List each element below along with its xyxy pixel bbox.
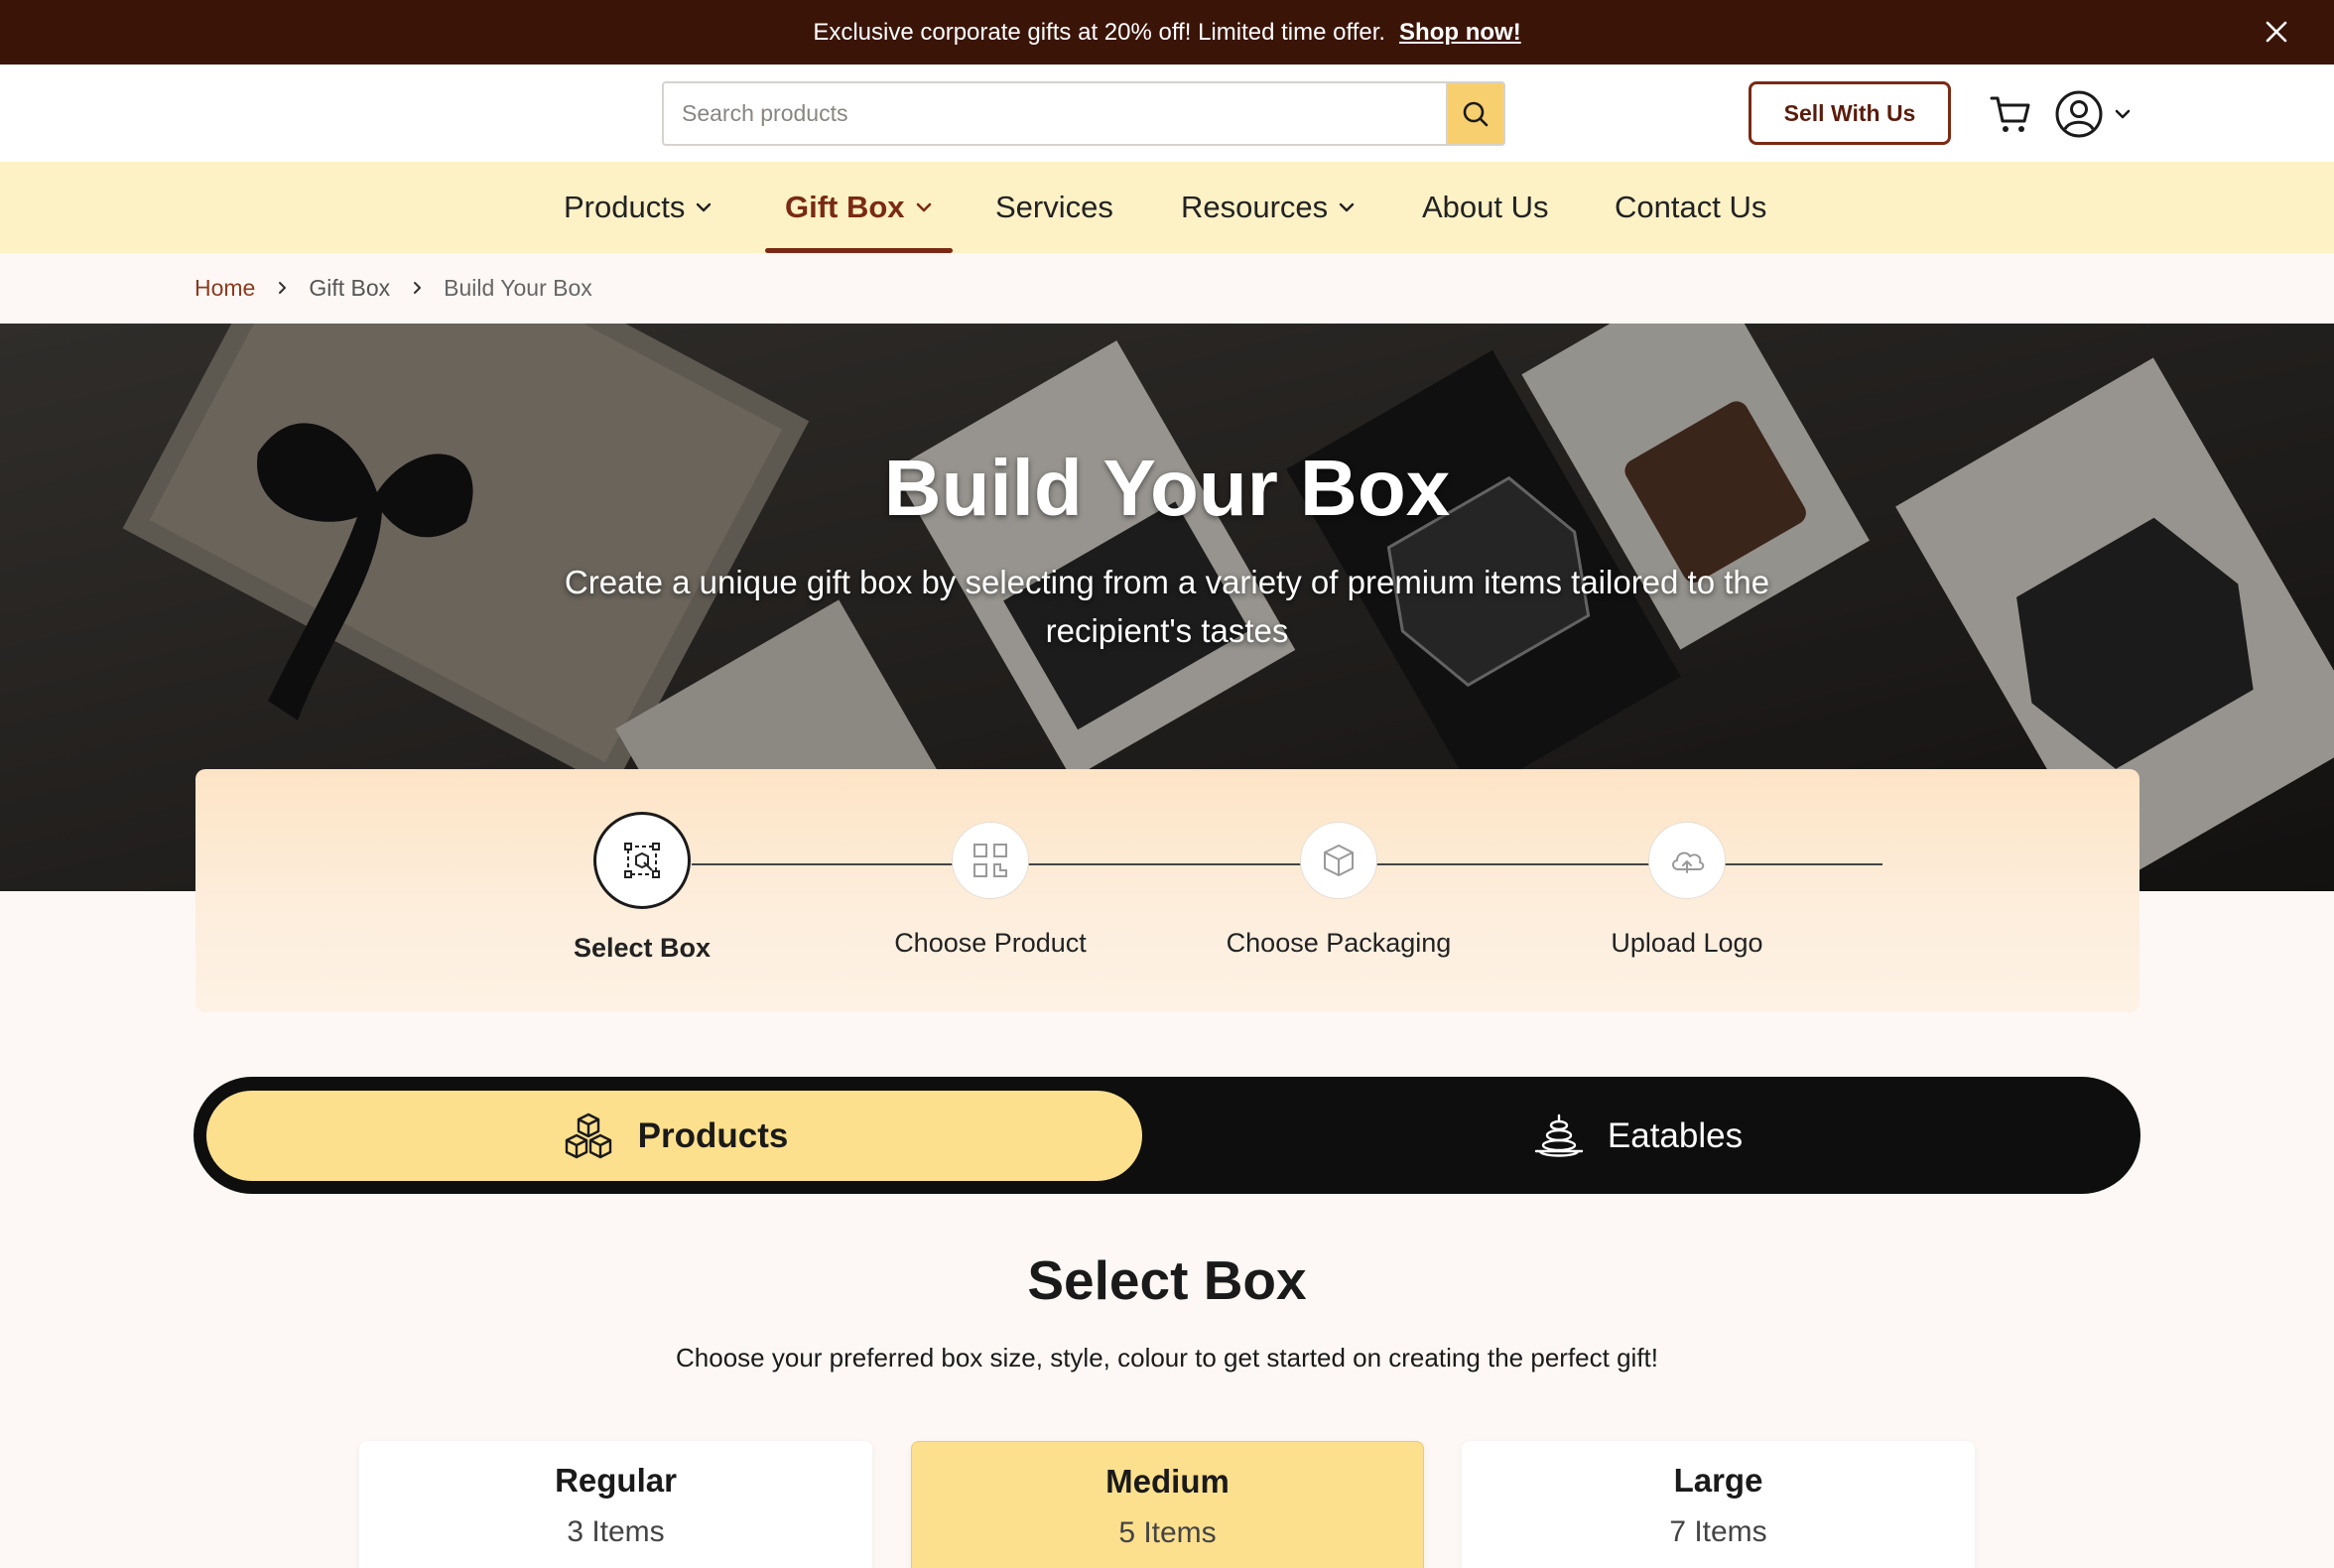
box-option-name: Medium bbox=[1105, 1463, 1230, 1500]
step-label: Upload Logo bbox=[1611, 928, 1763, 958]
chevron-right-icon bbox=[279, 282, 287, 294]
nav-item-label: Contact Us bbox=[1615, 190, 1767, 224]
hero-title: Build Your Box bbox=[883, 444, 1451, 532]
chevron-down-icon bbox=[916, 202, 931, 212]
nav-item-gift-box[interactable]: Gift Box bbox=[765, 162, 953, 253]
nav-item-about-us[interactable]: About Us bbox=[1422, 162, 1549, 253]
nav-item-label: About Us bbox=[1422, 190, 1549, 224]
package-icon bbox=[1324, 845, 1354, 876]
site-header: Sell With Us bbox=[0, 65, 2334, 162]
step-circle bbox=[952, 822, 1029, 899]
cubes-icon bbox=[565, 1112, 611, 1158]
cloud-upload-icon bbox=[1672, 851, 1705, 873]
nav-item-contact-us[interactable]: Contact Us bbox=[1615, 162, 1766, 253]
chevron-down-icon bbox=[2115, 109, 2131, 119]
hero-subtitle: Create a unique gift box by selecting fr… bbox=[564, 564, 1770, 649]
breadcrumb-gift-box[interactable]: Gift Box bbox=[309, 275, 390, 302]
nav-item-services[interactable]: Services bbox=[995, 162, 1113, 253]
chevron-right-icon bbox=[414, 282, 422, 294]
box-option-large[interactable]: Large 7 Items bbox=[1462, 1441, 1975, 1568]
step-label: Choose Packaging bbox=[1226, 928, 1452, 958]
select-box-title: Select Box bbox=[1027, 1249, 1307, 1311]
box-option-name: Large bbox=[1673, 1462, 1763, 1499]
box-option-regular[interactable]: Regular 3 Items bbox=[359, 1441, 872, 1568]
tab-products-label: Products bbox=[637, 1115, 789, 1155]
sell-with-us-button[interactable]: Sell With Us bbox=[1749, 81, 1951, 145]
shop-now-link[interactable]: Shop now! bbox=[1399, 19, 1521, 47]
search-input[interactable] bbox=[664, 83, 1446, 144]
main-nav: Products Gift Box Services Resources Abo… bbox=[0, 162, 2334, 253]
user-avatar-icon bbox=[2055, 90, 2103, 138]
step-label: Choose Product bbox=[894, 928, 1087, 958]
step-circle bbox=[593, 812, 691, 909]
user-menu[interactable] bbox=[2054, 86, 2138, 142]
box-option-medium[interactable]: Medium 5 Items bbox=[911, 1441, 1424, 1568]
build-stepper: Select Box Choose Product Choose Packagi… bbox=[195, 769, 2140, 1012]
search-bar bbox=[662, 81, 1505, 146]
breadcrumb-home[interactable]: Home bbox=[194, 275, 255, 302]
step-circle bbox=[1300, 822, 1377, 899]
breadcrumb-current: Build Your Box bbox=[444, 274, 592, 301]
box-select-icon bbox=[624, 843, 660, 878]
food-plate-icon bbox=[1534, 1113, 1584, 1157]
nav-item-products[interactable]: Products bbox=[564, 162, 713, 253]
nav-item-resources[interactable]: Resources bbox=[1181, 162, 1356, 253]
search-icon bbox=[1463, 101, 1489, 126]
box-option-count: 7 Items bbox=[1669, 1515, 1767, 1548]
nav-item-label: Resources bbox=[1181, 190, 1329, 224]
box-option-count: 3 Items bbox=[567, 1515, 665, 1548]
nav-item-label: Products bbox=[564, 190, 686, 224]
tab-eatables[interactable]: Eatables bbox=[1146, 1091, 2129, 1181]
nav-item-label: Services bbox=[995, 190, 1113, 224]
tab-eatables-label: Eatables bbox=[1607, 1115, 1744, 1155]
tab-products[interactable]: Products bbox=[206, 1091, 1142, 1181]
select-box-subtitle: Choose your preferred box size, style, c… bbox=[676, 1343, 1658, 1372]
breadcrumb: Home Gift Box Build Your Box bbox=[194, 253, 592, 323]
qr-product-icon bbox=[973, 844, 1007, 877]
box-option-name: Regular bbox=[555, 1462, 677, 1499]
step-circle bbox=[1648, 822, 1726, 899]
step-label: Select Box bbox=[573, 933, 712, 963]
category-tabs: Products Eatables bbox=[194, 1077, 2140, 1194]
cart-icon[interactable] bbox=[1988, 90, 2035, 138]
search-button[interactable] bbox=[1446, 83, 1503, 144]
close-icon[interactable] bbox=[2259, 14, 2294, 50]
box-option-count: 5 Items bbox=[1118, 1516, 1217, 1549]
chevron-down-icon bbox=[1339, 202, 1355, 212]
announcement-message: Exclusive corporate gifts at 20% off! Li… bbox=[813, 18, 1386, 46]
chevron-down-icon bbox=[697, 202, 712, 212]
announcement-bar: Exclusive corporate gifts at 20% off! Li… bbox=[0, 0, 2334, 65]
nav-item-label: Gift Box bbox=[785, 190, 905, 224]
